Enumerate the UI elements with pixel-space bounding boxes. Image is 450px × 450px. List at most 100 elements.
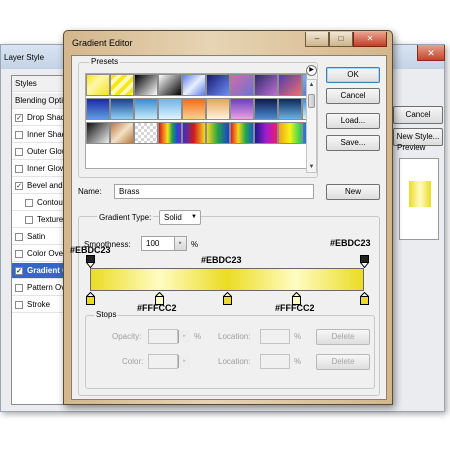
- gradient-preset-swatch[interactable]: [110, 122, 134, 144]
- style-preview-swatch: [409, 181, 431, 207]
- style-item-label: Contour: [37, 198, 66, 207]
- gradient-preset-swatch[interactable]: [182, 98, 206, 120]
- color-delete-button: Delete: [316, 354, 370, 370]
- presets-group: Presets ▶ ▲ ▼: [78, 57, 318, 178]
- gradient-name-field[interactable]: Brass: [114, 184, 314, 199]
- gradient-preset-swatch[interactable]: [158, 98, 182, 120]
- gradient-preset-swatch[interactable]: [110, 74, 134, 96]
- style-checkbox[interactable]: [15, 233, 23, 241]
- presets-menu-icon[interactable]: ▶: [306, 65, 317, 76]
- gradient-preset-swatch[interactable]: [158, 74, 182, 96]
- gradient-preset-swatch[interactable]: [206, 74, 230, 96]
- gradient-preset-swatch[interactable]: [230, 74, 254, 96]
- gradient-preset-swatch[interactable]: [230, 122, 254, 144]
- gradient-preview-bar[interactable]: [90, 268, 364, 291]
- gradient-preset-swatch[interactable]: [86, 122, 110, 144]
- gradient-editor-body: Presets ▶ ▲ ▼ OK Cancel Load... Save... …: [71, 55, 387, 400]
- color-location-unit: %: [294, 357, 302, 366]
- gradient-preset-swatch[interactable]: [278, 98, 302, 120]
- new-button[interactable]: New: [326, 184, 380, 200]
- annotation-left-top: #EBDC23: [70, 245, 111, 255]
- opacity-location-field: [260, 329, 290, 344]
- gradient-preset-swatch[interactable]: [206, 122, 230, 144]
- scroll-down-icon[interactable]: ▼: [307, 162, 316, 172]
- style-checkbox[interactable]: [15, 165, 23, 173]
- gradient-preset-swatch[interactable]: [254, 74, 278, 96]
- style-checkbox[interactable]: ✓: [15, 114, 23, 122]
- gradient-preset-swatch[interactable]: [182, 122, 206, 144]
- color-stop-marker[interactable]: [223, 292, 232, 305]
- opacity-location-label: Location:: [218, 332, 251, 341]
- preview-label: Preview: [397, 143, 426, 152]
- gradient-type-select[interactable]: Solid ▼: [159, 210, 201, 225]
- annotation-center: #EBDC23: [201, 255, 242, 265]
- close-button[interactable]: ✕: [353, 32, 387, 47]
- style-item-label: Styles: [15, 79, 37, 88]
- gradient-preset-swatch[interactable]: [86, 98, 110, 120]
- gradient-preset-swatch[interactable]: [254, 122, 278, 144]
- scroll-up-icon[interactable]: ▲: [307, 80, 316, 90]
- color-label: Color:: [122, 357, 144, 366]
- chevron-down-icon: ▼: [191, 214, 197, 220]
- layer-style-close-button[interactable]: ✕: [417, 45, 445, 61]
- save-button[interactable]: Save...: [326, 135, 380, 151]
- gradient-preset-swatch[interactable]: [278, 122, 302, 144]
- smoothness-stepper-icon[interactable]: ▸: [174, 237, 186, 250]
- smoothness-field[interactable]: 100 ▸: [141, 236, 187, 251]
- gradient-preset-swatch[interactable]: [230, 98, 254, 120]
- stops-label: Stops: [94, 310, 119, 319]
- opacity-location-unit: %: [294, 332, 302, 341]
- color-stop-marker[interactable]: [86, 292, 95, 305]
- presets-scrollbar[interactable]: ▲ ▼: [306, 79, 317, 173]
- ok-button[interactable]: OK: [326, 67, 380, 83]
- style-item-label: Inner Glow: [27, 164, 66, 173]
- load-button[interactable]: Load...: [326, 113, 380, 129]
- layer-style-cancel-button[interactable]: Cancel: [393, 106, 443, 124]
- gradient-preset-swatch[interactable]: [86, 74, 110, 96]
- presets-label: Presets: [89, 57, 121, 66]
- style-item-label: Satin: [27, 232, 46, 241]
- annotation-right-top: #EBDC23: [330, 238, 371, 248]
- color-location-label: Location:: [218, 357, 251, 366]
- gradient-editor-window: Gradient Editor – □ ✕ Presets ▶ ▲ ▼ OK C…: [63, 30, 393, 405]
- scroll-thumb[interactable]: [308, 94, 315, 108]
- style-checkbox[interactable]: ✓: [15, 267, 23, 275]
- gradient-preset-swatch[interactable]: [134, 122, 158, 144]
- gradient-preset-swatch[interactable]: [206, 98, 230, 120]
- minimize-button[interactable]: –: [305, 32, 329, 47]
- color-location-field: [260, 354, 290, 369]
- color-stop-marker[interactable]: [360, 292, 369, 305]
- style-item-label: Outer Glow: [27, 147, 68, 156]
- color-stepper-icon: ▸: [178, 355, 190, 368]
- style-checkbox[interactable]: [15, 301, 23, 309]
- style-checkbox[interactable]: [15, 284, 23, 292]
- gradient-preset-swatch[interactable]: [110, 98, 134, 120]
- style-item-label: Texture: [37, 215, 64, 224]
- color-swatch-field: [148, 354, 178, 369]
- gradient-preset-swatch[interactable]: [278, 74, 302, 96]
- style-checkbox[interactable]: [15, 131, 23, 139]
- style-checkbox[interactable]: [25, 216, 33, 224]
- opacity-label: Opacity:: [112, 332, 142, 341]
- opacity-stop-marker[interactable]: [360, 255, 369, 268]
- style-checkbox[interactable]: [15, 250, 23, 258]
- gradient-editor-title: Gradient Editor: [72, 38, 133, 48]
- maximize-button[interactable]: □: [329, 32, 353, 47]
- layer-style-title: Layer Style: [4, 53, 45, 62]
- annotation-bottom-right: #FFFCC2: [275, 303, 315, 313]
- style-item-label: Stroke: [27, 300, 51, 309]
- gradient-preset-swatch[interactable]: [254, 98, 278, 120]
- cancel-button[interactable]: Cancel: [326, 88, 380, 104]
- style-checkbox[interactable]: [25, 199, 33, 207]
- opacity-stepper-icon: ▸: [178, 330, 190, 343]
- smoothness-unit: %: [191, 240, 199, 249]
- name-label: Name:: [78, 187, 102, 196]
- style-checkbox[interactable]: [15, 148, 23, 156]
- opacity-stop-marker[interactable]: [86, 255, 95, 268]
- style-checkbox[interactable]: ✓: [15, 182, 23, 190]
- gradient-preset-swatch[interactable]: [182, 74, 206, 96]
- gradient-preset-swatch[interactable]: [134, 98, 158, 120]
- gradient-preset-swatch[interactable]: [158, 122, 182, 144]
- gradient-preset-swatch[interactable]: [134, 74, 158, 96]
- opacity-unit: %: [194, 332, 202, 341]
